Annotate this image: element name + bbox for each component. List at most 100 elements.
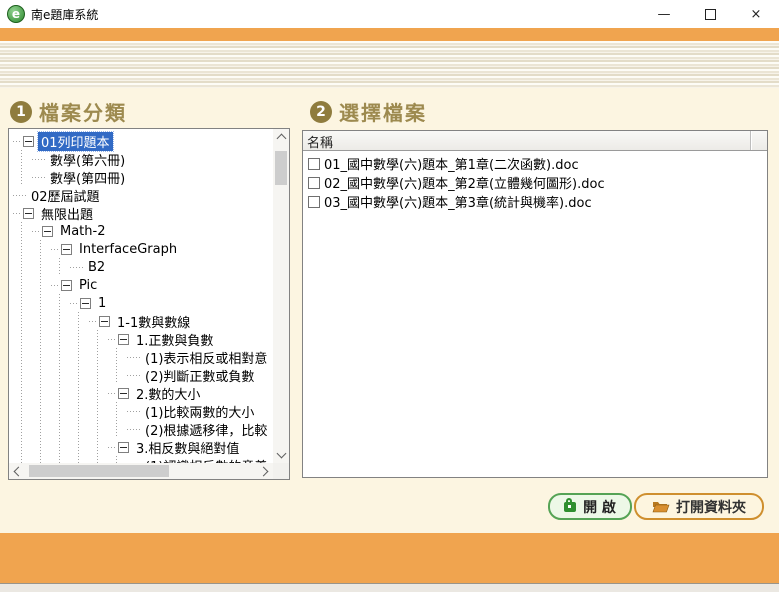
tree-node-label[interactable]: 02歷屆試題 [28, 186, 103, 205]
horizontal-scroll-thumb[interactable] [29, 465, 169, 477]
scroll-left-button[interactable] [9, 463, 25, 479]
collapse-toggle-icon[interactable] [118, 334, 129, 345]
tree-guide-line [13, 366, 32, 384]
tree-guide-line [13, 222, 32, 240]
maximize-icon [705, 9, 716, 20]
file-list-item[interactable]: 01_國中數學(六)題本_第1章(二次函數).doc [306, 154, 764, 173]
file-checkbox[interactable] [308, 196, 320, 208]
maximize-button[interactable] [687, 0, 733, 28]
file-checkbox[interactable] [308, 177, 320, 189]
tree-node-label[interactable]: (2)判斷正數或負數 [142, 366, 257, 385]
scroll-right-button[interactable] [257, 463, 273, 479]
tree-node-label[interactable]: (1)比較兩數的大小 [142, 402, 257, 421]
chevron-left-icon [14, 466, 24, 476]
tree-node[interactable]: 01列印題本 [9, 132, 273, 150]
tree-node[interactable]: (1)比較兩數的大小 [9, 402, 273, 420]
tree-node[interactable]: Math-2 [9, 222, 273, 240]
tree-node[interactable]: 1.正數與負數 [9, 330, 273, 348]
collapse-toggle-icon[interactable] [42, 226, 53, 237]
tree-node[interactable]: 數學(第四冊) [9, 168, 273, 186]
name-column-header[interactable]: 名稱 [303, 131, 751, 150]
scroll-down-button[interactable] [273, 447, 289, 463]
tree-guide-line [51, 456, 70, 463]
collapse-toggle-icon[interactable] [61, 280, 72, 291]
vertical-scrollbar[interactable] [273, 129, 289, 463]
tree-node[interactable]: 2.數的大小 [9, 384, 273, 402]
tree-guide-line [51, 438, 70, 456]
tree-node-label[interactable]: 無限出題 [38, 204, 96, 223]
vertical-scroll-thumb[interactable] [275, 151, 287, 185]
file-list-item[interactable]: 03_國中數學(六)題本_第3章(統計與機率).doc [306, 192, 764, 211]
tree-connector [13, 213, 21, 214]
tree-node-label[interactable]: 1.正數與負數 [133, 330, 216, 349]
tree-node[interactable]: (1)認識相反數的意義 [9, 456, 273, 463]
tree-node[interactable]: (2)根據遞移律，比較 [9, 420, 273, 438]
tree-guide-line [32, 312, 51, 330]
tree-node-label[interactable]: B2 [85, 260, 108, 275]
tree-node[interactable]: B2 [9, 258, 273, 276]
tree-guide-line [108, 366, 127, 384]
chevron-up-icon [276, 134, 286, 144]
tree-guide-line [108, 402, 127, 420]
tree-node-label[interactable]: (1)表示相反或相對意 [142, 348, 270, 367]
tree-connector [70, 303, 78, 304]
tree-node-label[interactable]: Math-2 [57, 224, 108, 239]
tree-node[interactable]: 數學(第六冊) [9, 150, 273, 168]
horizontal-scrollbar[interactable] [9, 463, 273, 479]
app-window: e 南e題庫系統 — × 1 檔案分類 2 選擇檔案 01列印題本數學(第六冊)… [0, 0, 779, 592]
tree-node-label[interactable]: (2)根據遞移律，比較 [142, 420, 270, 439]
tree-node[interactable]: InterfaceGraph [9, 240, 273, 258]
tree-node-label[interactable]: 數學(第六冊) [47, 150, 128, 169]
tree-guide-line [13, 240, 32, 258]
tree-node[interactable]: Pic [9, 276, 273, 294]
tree-guide-line [32, 456, 51, 463]
tree-guide-line [32, 420, 51, 438]
tree-node[interactable]: 無限出題 [9, 204, 273, 222]
top-accent-bar [0, 28, 779, 41]
tree-node-label[interactable]: 3.相反數與絕對值 [133, 438, 242, 457]
file-list-item[interactable]: 02_國中數學(六)題本_第2章(立體幾何圖形).doc [306, 173, 764, 192]
tree-guide-line [13, 276, 32, 294]
tree-node-label[interactable]: 2.數的大小 [133, 384, 203, 403]
tree-node[interactable]: (2)判斷正數或負數 [9, 366, 273, 384]
tree-connector [127, 411, 140, 412]
select-file-header: 2 選擇檔案 [310, 97, 427, 126]
tree-node-label[interactable]: 1-1數與數線 [114, 312, 193, 331]
open-button[interactable]: 開 啟 [548, 493, 632, 520]
tree-node-label[interactable]: (1)認識相反數的意義 [142, 456, 270, 464]
tree-node-label[interactable]: 1 [95, 296, 109, 311]
tree-guide-line [51, 330, 70, 348]
close-button[interactable]: × [733, 0, 779, 28]
collapse-toggle-icon[interactable] [23, 136, 34, 147]
collapse-toggle-icon[interactable] [23, 208, 34, 219]
tree-guide-line [70, 420, 89, 438]
collapse-toggle-icon[interactable] [61, 244, 72, 255]
tree-guide-line [51, 420, 70, 438]
file-checkbox[interactable] [308, 158, 320, 170]
tree-node[interactable]: (1)表示相反或相對意 [9, 348, 273, 366]
tree-connector [51, 285, 59, 286]
tree-connector [108, 339, 116, 340]
collapse-toggle-icon[interactable] [80, 298, 91, 309]
tree-node[interactable]: 3.相反數與絕對值 [9, 438, 273, 456]
open-folder-button[interactable]: 打開資料夾 [634, 493, 764, 520]
collapse-toggle-icon[interactable] [118, 442, 129, 453]
window-title: 南e題庫系統 [31, 6, 98, 23]
tree-guide-line [32, 348, 51, 366]
tree-node[interactable]: 1 [9, 294, 273, 312]
tree-node[interactable]: 02歷屆試題 [9, 186, 273, 204]
window-controls: — × [641, 0, 779, 28]
collapse-toggle-icon[interactable] [118, 388, 129, 399]
minimize-button[interactable]: — [641, 0, 687, 28]
tree-node[interactable]: 1-1數與數線 [9, 312, 273, 330]
tree-guide-line [32, 438, 51, 456]
tree-viewport[interactable]: 01列印題本數學(第六冊)數學(第四冊)02歷屆試題無限出題Math-2 Inte… [9, 129, 273, 463]
tree-guide-line [70, 348, 89, 366]
tree-node-label[interactable]: Pic [76, 278, 100, 293]
tree-node-label[interactable]: InterfaceGraph [76, 242, 180, 257]
tree-node-label[interactable]: 01列印題本 [38, 132, 113, 151]
open-button-label: 開 啟 [583, 497, 616, 517]
collapse-toggle-icon[interactable] [99, 316, 110, 327]
scroll-up-button[interactable] [273, 129, 289, 145]
tree-node-label[interactable]: 數學(第四冊) [47, 168, 128, 187]
